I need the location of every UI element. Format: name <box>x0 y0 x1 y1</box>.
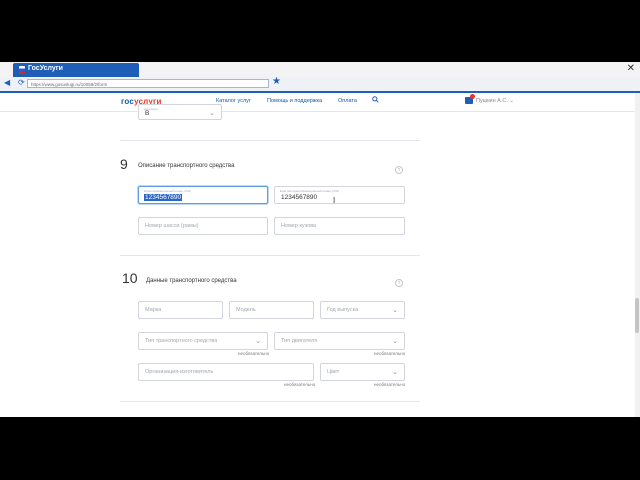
section-divider <box>120 401 420 402</box>
color-placeholder: Цвет <box>327 369 340 375</box>
model-field[interactable]: Модель <box>229 301 314 319</box>
section-10-number: 10 <box>122 270 138 286</box>
vehicle-type-select[interactable]: Тип транспортного средства ⌄ <box>138 332 268 350</box>
section-9-title: Описание транспортного средства <box>138 163 235 169</box>
chevron-down-icon: ⌄ <box>209 110 215 117</box>
section-divider <box>120 140 420 141</box>
year-select[interactable]: Год выпуска ⌄ <box>320 301 405 319</box>
engine-type-select[interactable]: Тип двигателя ⌄ <box>274 332 405 350</box>
scrollbar-thumb[interactable] <box>635 298 639 333</box>
section-10-title: Данные транспортного средства <box>146 278 237 284</box>
manufacturer-field[interactable]: Организация-изготовитель <box>138 363 314 381</box>
make-field[interactable]: Марка <box>138 301 223 319</box>
notification-badge <box>470 94 475 99</box>
user-menu[interactable]: Пушкин А.С. ⌄ <box>476 98 514 104</box>
optional-label: необязательно <box>374 382 406 387</box>
close-icon[interactable]: ✕ <box>627 63 635 75</box>
reload-icon[interactable]: ⟳ <box>18 78 25 87</box>
make-placeholder: Марка <box>145 307 162 313</box>
url-field[interactable]: https://www.gosuslugi.ru/10059/2/form <box>27 79 269 88</box>
body-number-field[interactable]: Номер кузова <box>274 217 405 235</box>
engine-type-placeholder: Тип двигателя <box>281 338 318 344</box>
optional-label: необязательно <box>374 351 406 356</box>
section-divider <box>120 255 420 256</box>
category-value: В <box>145 110 150 117</box>
text-cursor-icon: I <box>333 196 336 205</box>
chassis-number-field[interactable]: Номер шасси (рамы) <box>138 217 268 235</box>
color-select[interactable]: Цвет ⌄ <box>320 363 405 381</box>
help-icon[interactable]: ? <box>395 166 403 174</box>
chevron-down-icon: ⌄ <box>392 338 398 345</box>
logo-part-gos: гос <box>121 97 135 106</box>
chassis-placeholder: Номер шасси (рамы) <box>145 223 199 229</box>
body-placeholder: Номер кузова <box>281 223 317 229</box>
section-9-number: 9 <box>120 156 128 172</box>
tab-bar: ГосУслуги ✕ <box>0 62 640 78</box>
category-select[interactable]: категория В ⌄ <box>138 104 222 120</box>
nav-payment[interactable]: Оплата <box>338 98 357 104</box>
tab-title: ГосУслуги <box>28 65 63 72</box>
flag-icon <box>19 66 25 74</box>
optional-label: необязательно <box>238 351 270 356</box>
year-placeholder: Год выпуска <box>327 307 359 313</box>
nav-help[interactable]: Помощь и поддержка <box>267 98 322 104</box>
back-arrow-icon[interactable]: ◀ <box>4 78 10 87</box>
vin-confirm-field[interactable]: Ещё раз идентификационный номер (VIN) 12… <box>274 186 405 204</box>
vin-confirm-label: Ещё раз идентификационный номер (VIN) <box>280 189 340 193</box>
site-header: госуслуги Каталог услуг Помощь и поддерж… <box>0 93 640 112</box>
browser-tab[interactable]: ГосУслуги <box>13 63 139 77</box>
chevron-down-icon: ⌄ <box>392 307 398 314</box>
help-icon[interactable]: ? <box>395 279 403 287</box>
vin-field[interactable]: Идентификационный номер (VIN) 1234567890 <box>138 186 268 204</box>
vehicle-type-placeholder: Тип транспортного средства <box>145 338 218 344</box>
scrollbar[interactable] <box>635 93 640 417</box>
vin-value: 1234567890 <box>144 194 183 201</box>
chevron-down-icon: ⌄ <box>392 369 398 376</box>
chevron-down-icon: ⌄ <box>255 338 261 345</box>
search-icon[interactable] <box>372 96 379 103</box>
nav-catalog[interactable]: Каталог услуг <box>216 98 251 104</box>
manufacturer-placeholder: Организация-изготовитель <box>145 369 214 375</box>
optional-label: необязательно <box>284 382 316 387</box>
star-icon[interactable]: ★ <box>272 76 281 87</box>
vin-label: Идентификационный номер (VIN) <box>144 189 192 193</box>
model-placeholder: Модель <box>236 307 256 313</box>
address-bar: ◀ ⟳ https://www.gosuslugi.ru/10059/2/for… <box>0 76 640 93</box>
browser-window: ГосУслуги ✕ ◀ ⟳ https://www.gosuslugi.ru… <box>0 62 640 417</box>
vin-confirm-value: 1234567890 <box>281 194 318 201</box>
